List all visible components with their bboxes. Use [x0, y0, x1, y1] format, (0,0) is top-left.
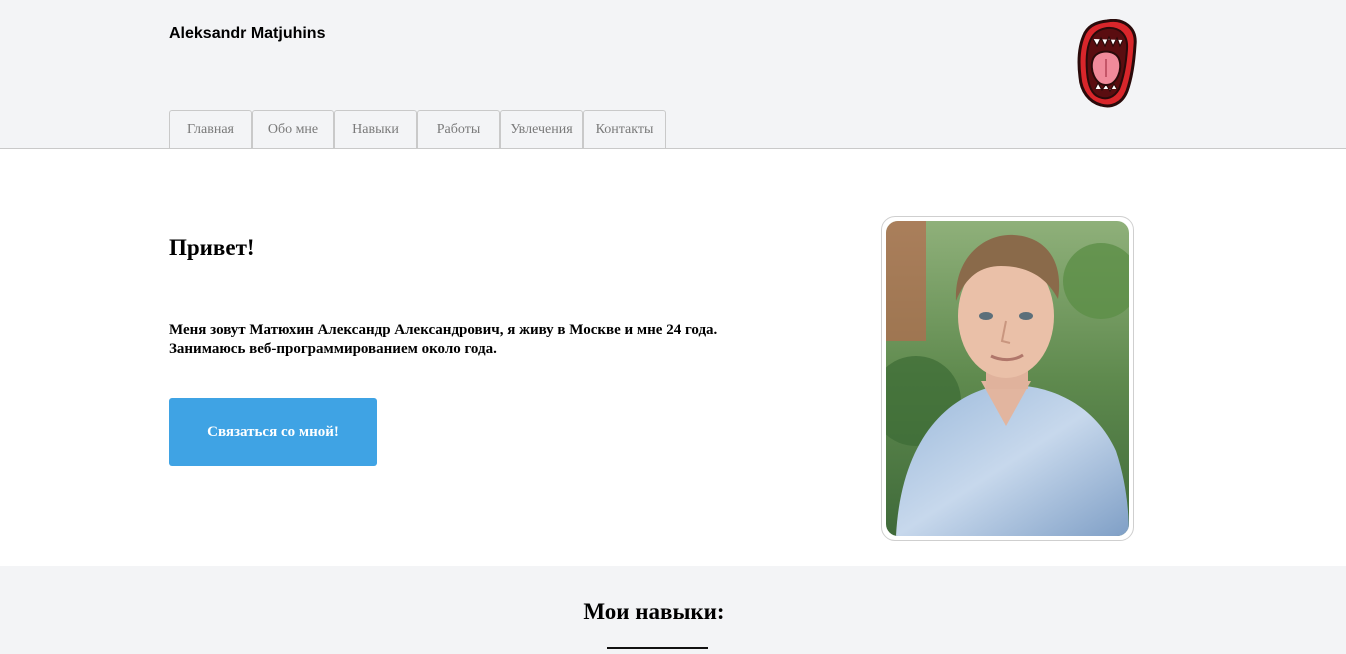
- hero-intro: Меня зовут Матюхин Александр Александров…: [169, 321, 717, 359]
- nav-item-label: Навыки: [352, 121, 399, 137]
- nav-item-label: Контакты: [595, 121, 654, 137]
- skills-section: Мои навыки:: [0, 566, 1346, 654]
- hero-section: Привет! Меня зовут Матюхин Александр Але…: [0, 150, 1346, 566]
- mouth-tongue-icon[interactable]: [1077, 19, 1137, 108]
- nav-item-hobbies[interactable]: Увлечения: [500, 110, 583, 148]
- nav-item-contacts[interactable]: Контакты: [583, 110, 666, 148]
- hero-intro-line-1: Меня зовут Матюхин Александр Александров…: [169, 322, 718, 338]
- nav-item-works[interactable]: Работы: [417, 110, 500, 148]
- nav-item-label: Работы: [436, 121, 481, 137]
- nav-item-label: Увлечения: [510, 121, 573, 137]
- profile-photo-frame: [881, 216, 1134, 541]
- hero-intro-line-2: Занимаюсь веб-программированием около го…: [169, 341, 497, 357]
- nav-item-home[interactable]: Главная: [169, 110, 252, 148]
- hero-title: Привет!: [169, 235, 255, 260]
- nav-item-label: Главная: [187, 121, 234, 137]
- brand-name[interactable]: Aleksandr Matjuhins: [169, 25, 325, 43]
- skills-title: Мои навыки:: [583, 599, 725, 624]
- nav-item-skills[interactable]: Навыки: [334, 110, 417, 148]
- site-header: Aleksandr Matjuhins Главная Обо мне Навы…: [0, 0, 1346, 149]
- contact-me-button[interactable]: Связаться со мной!: [169, 398, 377, 466]
- skills-divider: [607, 647, 708, 649]
- nav-item-label: Обо мне: [267, 121, 319, 137]
- nav-item-about[interactable]: Обо мне: [252, 110, 334, 148]
- main-nav: Главная Обо мне Навыки Работы Увлечения …: [169, 110, 666, 149]
- profile-photo: [886, 221, 1129, 536]
